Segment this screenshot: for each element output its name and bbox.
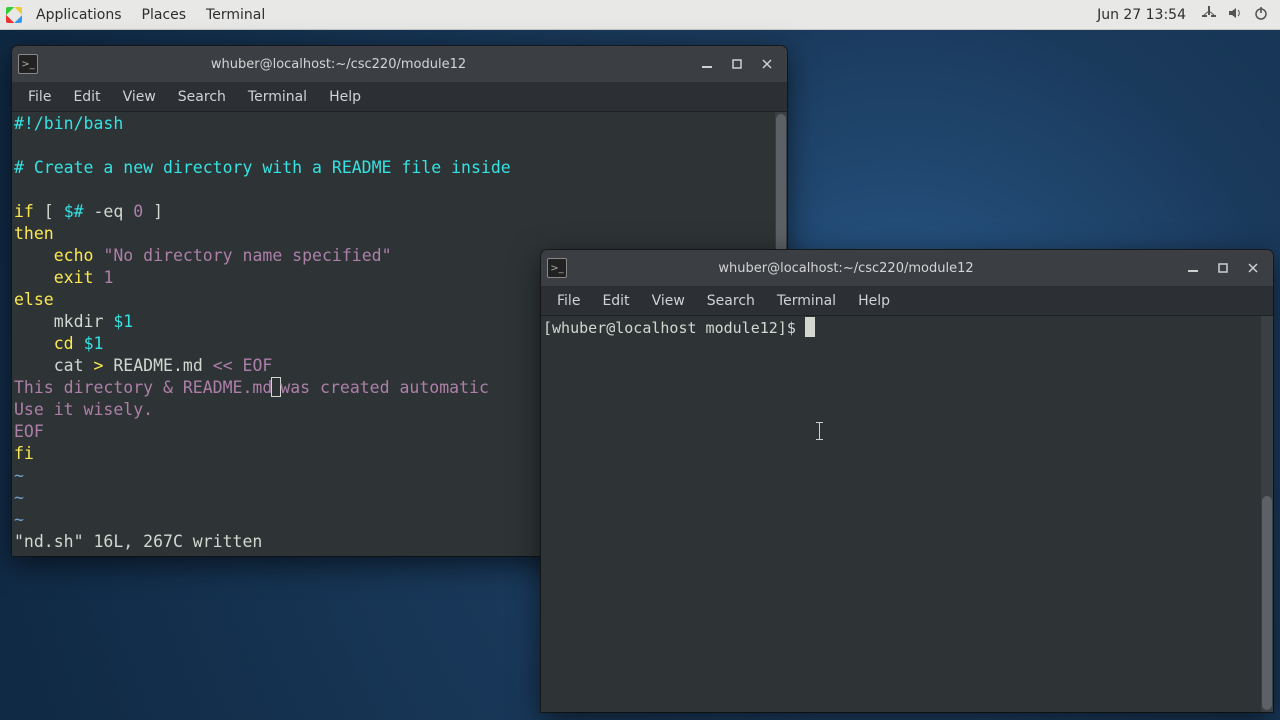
places-menu[interactable]: Places: [132, 3, 197, 27]
close-button[interactable]: [753, 51, 781, 77]
tok: ]: [143, 202, 163, 221]
power-icon[interactable]: [1248, 2, 1274, 28]
tok: >: [93, 356, 103, 375]
scrollbar[interactable]: [1261, 316, 1273, 712]
scrollbar-thumb[interactable]: [1262, 496, 1272, 710]
line: Use it wisely.: [14, 400, 153, 419]
tok: [: [34, 202, 64, 221]
tok: [14, 334, 54, 353]
tok: echo: [54, 246, 94, 265]
tok: This directory & README.md: [14, 378, 272, 397]
window-title: whuber@localhost:~/csc220/module12: [44, 57, 693, 72]
tok: exit: [54, 268, 94, 287]
volume-icon[interactable]: [1222, 2, 1248, 28]
block-cursor-icon: [805, 317, 815, 337]
menu-search[interactable]: Search: [168, 86, 236, 108]
clock[interactable]: Jun 27 13:54: [1087, 3, 1196, 27]
tok: $1: [84, 334, 104, 353]
menu-view[interactable]: View: [642, 290, 695, 312]
network-icon[interactable]: [1196, 2, 1222, 28]
applications-menu[interactable]: Applications: [26, 3, 132, 27]
line: EOF: [14, 422, 44, 441]
text-cursor-ibeam-icon: [819, 422, 820, 440]
tok: [74, 334, 84, 353]
menu-edit[interactable]: Edit: [592, 290, 639, 312]
tok: if: [14, 202, 34, 221]
vim-status-line: "nd.sh" 16L, 267C written: [14, 532, 262, 551]
tok: [14, 246, 54, 265]
tilde-line: ~: [14, 488, 24, 507]
menu-edit[interactable]: Edit: [63, 86, 110, 108]
maximize-button[interactable]: [723, 51, 751, 77]
terminal-window-shell: >_ whuber@localhost:~/csc220/module12 Fi…: [541, 250, 1273, 712]
terminal-icon: >_: [18, 54, 38, 74]
gnome-top-panel: Applications Places Terminal Jun 27 13:5…: [0, 0, 1280, 30]
tok: 1: [103, 268, 113, 287]
menubar: File Edit View Search Terminal Help: [541, 286, 1273, 316]
maximize-button[interactable]: [1209, 255, 1237, 281]
menu-terminal[interactable]: Terminal: [767, 290, 846, 312]
line: fi: [14, 444, 34, 463]
shell-prompt: [whuber@localhost module12]$: [543, 319, 805, 337]
tok: 0: [133, 202, 143, 221]
line: then: [14, 224, 54, 243]
titlebar[interactable]: >_ whuber@localhost:~/csc220/module12: [12, 46, 787, 82]
tok: was created automatic: [280, 378, 489, 397]
close-button[interactable]: [1239, 255, 1267, 281]
titlebar[interactable]: >_ whuber@localhost:~/csc220/module12: [541, 250, 1273, 286]
tok: $1: [113, 312, 133, 331]
window-title: whuber@localhost:~/csc220/module12: [573, 261, 1179, 276]
tok: README.md: [103, 356, 212, 375]
tok: "No directory name specified": [103, 246, 391, 265]
tok: [14, 268, 54, 287]
tok: << EOF: [213, 356, 273, 375]
menu-help[interactable]: Help: [319, 86, 371, 108]
terminal-app-menu[interactable]: Terminal: [196, 3, 275, 27]
menu-file[interactable]: File: [18, 86, 61, 108]
tilde-line: ~: [14, 510, 24, 529]
menu-view[interactable]: View: [113, 86, 166, 108]
menu-help[interactable]: Help: [848, 290, 900, 312]
tok: $#: [64, 202, 84, 221]
menu-file[interactable]: File: [547, 290, 590, 312]
tok: mkdir: [14, 312, 113, 331]
line: else: [14, 290, 54, 309]
shell-body[interactable]: [whuber@localhost module12]$: [541, 316, 1273, 712]
menu-terminal[interactable]: Terminal: [238, 86, 317, 108]
tok: -eq: [84, 202, 134, 221]
line: #!/bin/bash: [14, 114, 123, 133]
menubar: File Edit View Search Terminal Help: [12, 82, 787, 112]
menu-search[interactable]: Search: [697, 290, 765, 312]
terminal-icon: >_: [547, 258, 567, 278]
tok: [94, 246, 104, 265]
tok: cat: [14, 356, 93, 375]
line: # Create a new directory with a README f…: [14, 158, 511, 177]
tilde-line: ~: [14, 466, 24, 485]
activities-icon: [6, 7, 22, 23]
tok: [94, 268, 104, 287]
minimize-button[interactable]: [693, 51, 721, 77]
minimize-button[interactable]: [1179, 255, 1207, 281]
tok: cd: [54, 334, 74, 353]
